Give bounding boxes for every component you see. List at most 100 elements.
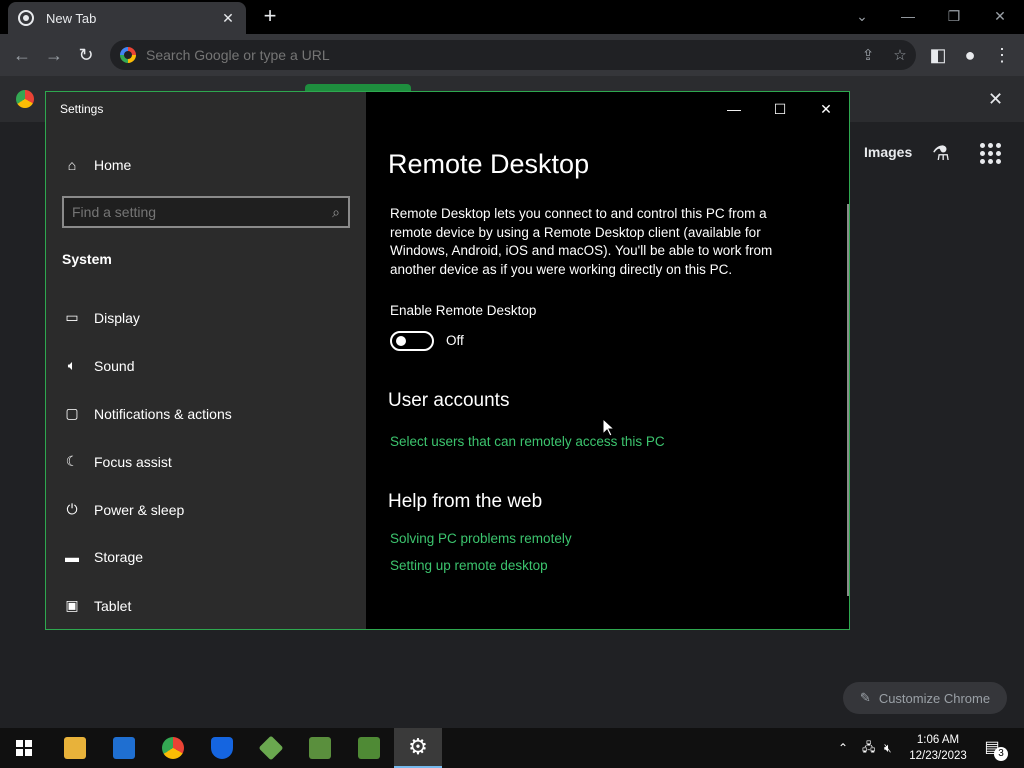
help-from-web-heading: Help from the web	[388, 491, 543, 512]
volume-muted-icon[interactable]: 🔇︎	[884, 728, 892, 768]
chrome-tab-icon	[18, 10, 34, 26]
minimize-icon[interactable]: —	[711, 96, 757, 122]
tray-overflow-icon[interactable]: ⌃	[838, 728, 848, 768]
enable-remote-desktop-toggle[interactable]	[390, 331, 434, 351]
gear-icon: ⚙	[408, 734, 428, 759]
address-input[interactable]	[146, 47, 852, 63]
address-bar[interactable]: ⇪ ☆	[110, 40, 916, 70]
forward-arrow-icon[interactable]: →	[42, 43, 66, 67]
mouse-cursor-icon	[603, 419, 615, 437]
network-icon[interactable]: 🖧︎	[862, 728, 875, 768]
select-users-link[interactable]: Select users that can remotely access th…	[390, 434, 665, 449]
chrome-icon	[162, 737, 184, 759]
grass-block-icon	[258, 735, 284, 761]
page-title: Remote Desktop	[388, 149, 590, 179]
sidebar-item-display[interactable]: ▭ Display	[62, 309, 140, 326]
apps-grid-icon[interactable]	[978, 141, 1002, 165]
back-arrow-icon[interactable]: ←	[10, 43, 34, 67]
taskbar-mail[interactable]	[100, 728, 148, 768]
taskbar-shield-app[interactable]	[198, 728, 246, 768]
windows-start-icon[interactable]	[16, 740, 32, 756]
ntp-banner-close-icon[interactable]: ✕	[988, 89, 1003, 110]
browser-tab-strip: New Tab ✕ + ⌄ — ❐ ✕	[0, 0, 1024, 34]
taskbar-chrome[interactable]	[149, 728, 197, 768]
close-window-icon[interactable]: ✕	[980, 4, 1020, 28]
sidebar-item-sound[interactable]: 🔈︎ Sound	[62, 357, 135, 374]
menu-kebab-icon[interactable]: ⋮	[990, 43, 1014, 67]
section-label: System	[62, 251, 112, 267]
shield-icon	[211, 737, 233, 759]
sidebar-item-tablet[interactable]: ▣ Tablet	[62, 597, 131, 614]
folder-icon	[64, 737, 86, 759]
browser-toolbar: ← → ↻ ⇪ ☆ ◧ ● ⋮	[0, 34, 1024, 76]
search-input[interactable]	[72, 204, 333, 220]
toggle-knob	[396, 336, 406, 346]
mail-icon	[113, 737, 135, 759]
action-center-icon[interactable]: ▤ 3	[980, 737, 1008, 761]
grass-block-icon	[358, 737, 380, 759]
tablet-icon: ▣	[65, 597, 79, 613]
sidebar-item-focus-assist[interactable]: ☾ Focus assist	[62, 453, 172, 470]
taskbar-minecraft-2[interactable]	[296, 728, 344, 768]
moon-icon: ☾	[65, 453, 79, 469]
help-link-setting-up[interactable]: Setting up remote desktop	[390, 558, 548, 573]
power-icon: ⏻	[66, 501, 78, 517]
sidebar-item-storage[interactable]: ▬ Storage	[62, 549, 143, 565]
taskbar-minecraft-3[interactable]	[345, 728, 393, 768]
pencil-icon: ✎	[859, 690, 871, 705]
side-panel-icon[interactable]: ◧	[926, 43, 950, 67]
settings-sidebar: Settings ⌂ Home ⌕ System ▭ Display 🔈︎ So…	[46, 92, 366, 629]
customize-chrome-button[interactable]: ✎ Customize Chrome	[843, 682, 1007, 714]
minimize-icon[interactable]: —	[888, 4, 928, 28]
sidebar-item-label: Power & sleep	[94, 501, 185, 518]
storage-icon: ▬	[65, 549, 79, 565]
new-tab-button[interactable]: +	[258, 4, 282, 28]
sidebar-item-label: Home	[94, 157, 132, 173]
sidebar-item-label: Sound	[94, 357, 135, 374]
settings-content: — ☐ ✕ Remote Desktop Remote Desktop lets…	[366, 92, 849, 629]
browser-tab[interactable]: New Tab ✕	[8, 2, 246, 34]
reload-icon[interactable]: ↻	[74, 43, 98, 67]
toggle-state-label: Off	[446, 333, 464, 348]
settings-window: Settings ⌂ Home ⌕ System ▭ Display 🔈︎ So…	[45, 91, 850, 630]
restore-icon[interactable]: ❐	[934, 4, 974, 28]
taskbar-settings[interactable]: ⚙	[394, 728, 442, 768]
clock-date: 12/23/2023	[909, 750, 967, 762]
maximize-icon[interactable]: ☐	[757, 96, 803, 122]
share-icon[interactable]: ⇪	[852, 46, 884, 64]
ntp-images-link[interactable]: Images	[864, 144, 912, 160]
sidebar-item-label: Display	[94, 309, 140, 326]
grass-block-icon	[309, 737, 331, 759]
sidebar-item-power[interactable]: ⏻ Power & sleep	[62, 501, 184, 518]
customize-label: Customize Chrome	[878, 690, 991, 706]
user-accounts-heading: User accounts	[388, 390, 510, 411]
home-icon: ⌂	[67, 157, 77, 173]
help-link-solving-problems[interactable]: Solving PC problems remotely	[390, 531, 572, 546]
taskbar-minecraft-1[interactable]	[247, 728, 295, 768]
profile-avatar-icon[interactable]: ●	[958, 43, 982, 67]
window-title: Settings	[60, 102, 104, 116]
labs-flask-icon[interactable]: ⚗	[932, 141, 950, 166]
find-setting-search[interactable]: ⌕	[62, 196, 350, 228]
content-scrollbar[interactable]	[847, 204, 849, 596]
sidebar-item-label: Notifications & actions	[94, 405, 232, 422]
tab-title: New Tab	[46, 10, 97, 26]
notification-count-badge: 3	[994, 747, 1008, 761]
google-icon	[120, 47, 136, 63]
sidebar-item-home[interactable]: ⌂ Home	[62, 157, 132, 173]
windows-taskbar: ⚙ ⌃ 🖧︎ 🔇︎ 1:06 AM 12/23/2023 ▤ 3	[0, 728, 1024, 768]
sidebar-item-label: Tablet	[94, 597, 132, 614]
tab-close-icon[interactable]: ✕	[220, 10, 236, 27]
sidebar-item-notifications[interactable]: ▢ Notifications & actions	[62, 405, 232, 422]
notification-icon: ▢	[65, 405, 79, 421]
taskbar-clock[interactable]: 1:06 AM 12/23/2023	[908, 732, 968, 764]
page-description: Remote Desktop lets you connect to and c…	[390, 206, 773, 277]
taskbar-file-explorer[interactable]	[51, 728, 99, 768]
clock-time: 1:06 AM	[916, 734, 960, 746]
sidebar-item-label: Focus assist	[94, 453, 172, 470]
bookmark-star-icon[interactable]: ☆	[884, 46, 916, 64]
tab-search-icon[interactable]: ⌄	[842, 4, 882, 28]
search-icon[interactable]: ⌕	[332, 204, 340, 221]
speaker-icon: 🔈︎	[67, 357, 77, 373]
close-icon[interactable]: ✕	[803, 96, 849, 122]
